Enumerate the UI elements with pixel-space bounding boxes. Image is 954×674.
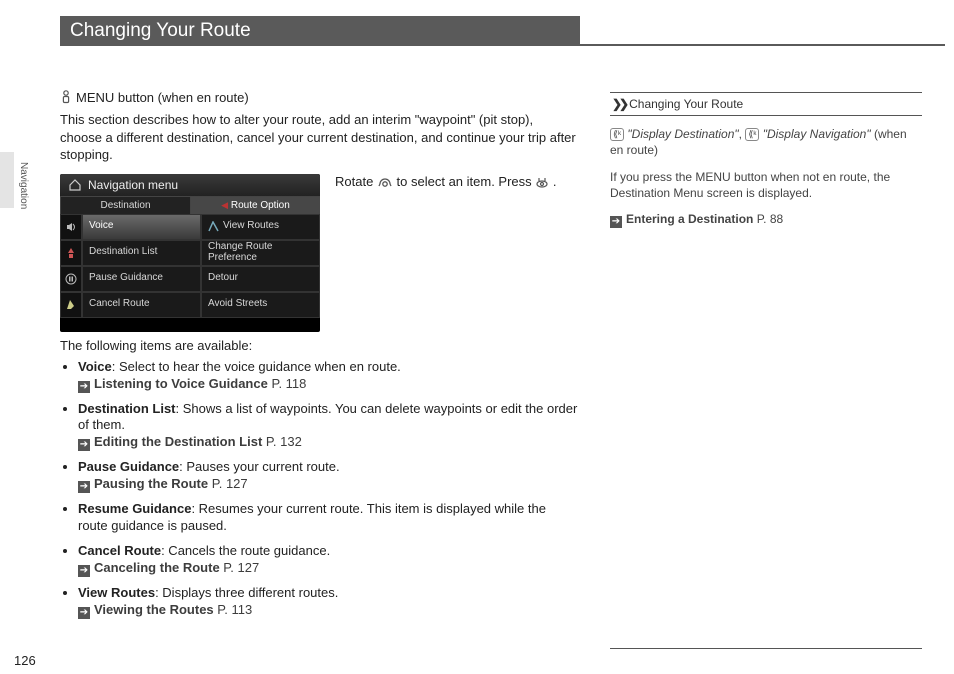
link-arrow-icon: ➔: [78, 565, 90, 577]
list-item: Voice: Select to hear the voice guidance…: [78, 359, 578, 393]
item-term: Voice: [78, 359, 112, 374]
nav-cell-detour: Detour: [201, 266, 320, 292]
item-link-page: P. 127: [212, 476, 248, 491]
list-item: Pause Guidance: Pauses your current rout…: [78, 459, 578, 493]
nav-cell-view-routes: View Routes: [201, 214, 320, 240]
item-link-text: Pausing the Route: [94, 476, 212, 491]
nav-cell-cancel: Cancel Route: [82, 292, 201, 318]
link-arrow-icon: ➔: [78, 439, 90, 451]
item-sublink: ➔ Listening to Voice Guidance P. 118: [78, 376, 578, 393]
side-paragraph: If you press the MENU button when not en…: [610, 169, 922, 201]
nav-shot-title-text: Navigation menu: [88, 178, 178, 192]
menu-button-instruction: MENU button (when en route): [60, 90, 578, 107]
item-link-page: P. 127: [223, 560, 259, 575]
nav-tab-route-option: ◀ Route Option: [190, 197, 320, 214]
item-term: Pause Guidance: [78, 459, 179, 474]
list-item: Resume Guidance: Resumes your current ro…: [78, 501, 578, 535]
item-link-page: P. 132: [266, 434, 302, 449]
voice-icon: ⟪ᵏ: [610, 128, 624, 141]
row-icon-dest-list: [60, 240, 82, 266]
row-icon-pause: [60, 266, 82, 292]
item-link-page: P. 113: [217, 602, 252, 617]
voice-join: ,: [739, 127, 746, 141]
item-link-text: Canceling the Route: [94, 560, 223, 575]
item-desc: : Displays three different routes.: [155, 585, 338, 600]
item-term: View Routes: [78, 585, 155, 600]
list-item: Cancel Route: Cancels the route guidance…: [78, 543, 578, 577]
page-title: Changing Your Route: [60, 16, 580, 46]
press-icon: [535, 174, 553, 189]
item-link-text: Listening to Voice Guidance: [94, 376, 271, 391]
nav-cell-dest-list: Destination List: [82, 240, 201, 266]
nav-cell-avoid: Avoid Streets: [201, 292, 320, 318]
dial-icon: [377, 174, 397, 189]
item-desc: : Cancels the route guidance.: [161, 543, 330, 558]
side-heading: ❯❯Changing Your Route: [610, 92, 922, 116]
nav-cell-pause: Pause Guidance: [82, 266, 201, 292]
nav-cell-change-pref: Change Route Preference: [201, 240, 320, 266]
nav-cell-voice: Voice: [82, 214, 201, 240]
link-arrow-icon: ➔: [78, 481, 90, 493]
item-link-text: Editing the Destination List: [94, 434, 266, 449]
item-term: Destination List: [78, 401, 176, 416]
double-chevron-icon: ❯❯: [612, 96, 626, 112]
side-column: ❯❯Changing Your Route ⟪ᵏ "Display Destin…: [610, 92, 922, 238]
rotate-text-b: to select an item. Press: [397, 174, 536, 189]
row-icon-cancel: [60, 292, 82, 318]
row-icon-voice: [60, 214, 82, 240]
item-sublink: ➔ Pausing the Route P. 127: [78, 476, 578, 493]
voice-commands-line: ⟪ᵏ "Display Destination", ⟪ᵏ "Display Na…: [610, 126, 922, 158]
item-sublink: ➔ Canceling the Route P. 127: [78, 560, 578, 577]
page-number: 126: [14, 653, 36, 668]
navigation-menu-screenshot: Navigation menu Destination ◀ Route Opti…: [60, 174, 320, 332]
side-heading-text: Changing Your Route: [629, 97, 743, 111]
item-sublink: ➔ Viewing the Routes P. 113: [78, 602, 578, 619]
side-link-page: P. 88: [757, 212, 783, 226]
menu-button-icon: [60, 90, 72, 107]
voice-icon: ⟪ᵏ: [745, 128, 759, 141]
item-term: Resume Guidance: [78, 501, 191, 516]
nav-tab-route-option-text: Route Option: [231, 200, 290, 211]
item-term: Cancel Route: [78, 543, 161, 558]
side-bottom-rule: [610, 648, 922, 649]
link-arrow-icon: ➔: [78, 381, 90, 393]
item-sublink: ➔ Editing the Destination List P. 132: [78, 434, 578, 451]
home-icon: [68, 178, 82, 192]
list-item: View Routes: Displays three different ro…: [78, 585, 578, 619]
nav-tab-destination: Destination: [60, 197, 190, 214]
item-desc: : Pauses your current route.: [179, 459, 339, 474]
rotate-text-c: .: [553, 174, 557, 189]
nav-shot-title: Navigation menu: [60, 174, 320, 197]
link-arrow-icon: ➔: [610, 216, 622, 228]
voice-cmd-1: "Display Destination": [627, 127, 738, 141]
nav-cell-view-routes-text: View Routes: [223, 221, 279, 232]
link-arrow-icon: ➔: [78, 607, 90, 619]
menu-button-text: MENU button (when en route): [76, 90, 249, 105]
item-desc: : Select to hear the voice guidance when…: [112, 359, 401, 374]
item-link-page: P. 118: [271, 376, 306, 391]
side-link-text: Entering a Destination: [626, 212, 753, 226]
title-rule: [570, 44, 945, 46]
intro-paragraph: This section describes how to alter your…: [60, 111, 578, 164]
voice-cmd-2: "Display Navigation": [763, 127, 871, 141]
list-item: Destination List: Shows a list of waypoi…: [78, 401, 578, 452]
section-label: Navigation: [18, 162, 29, 209]
items-list: Voice: Select to hear the voice guidance…: [60, 359, 578, 619]
section-tab: [0, 152, 14, 208]
rotate-text-a: Rotate: [335, 174, 377, 189]
side-link-line: ➔ Entering a Destination P. 88: [610, 211, 922, 228]
item-link-text: Viewing the Routes: [94, 602, 217, 617]
available-heading: The following items are available:: [60, 338, 578, 353]
rotate-instruction: Rotate to select an item. Press .: [335, 174, 578, 189]
